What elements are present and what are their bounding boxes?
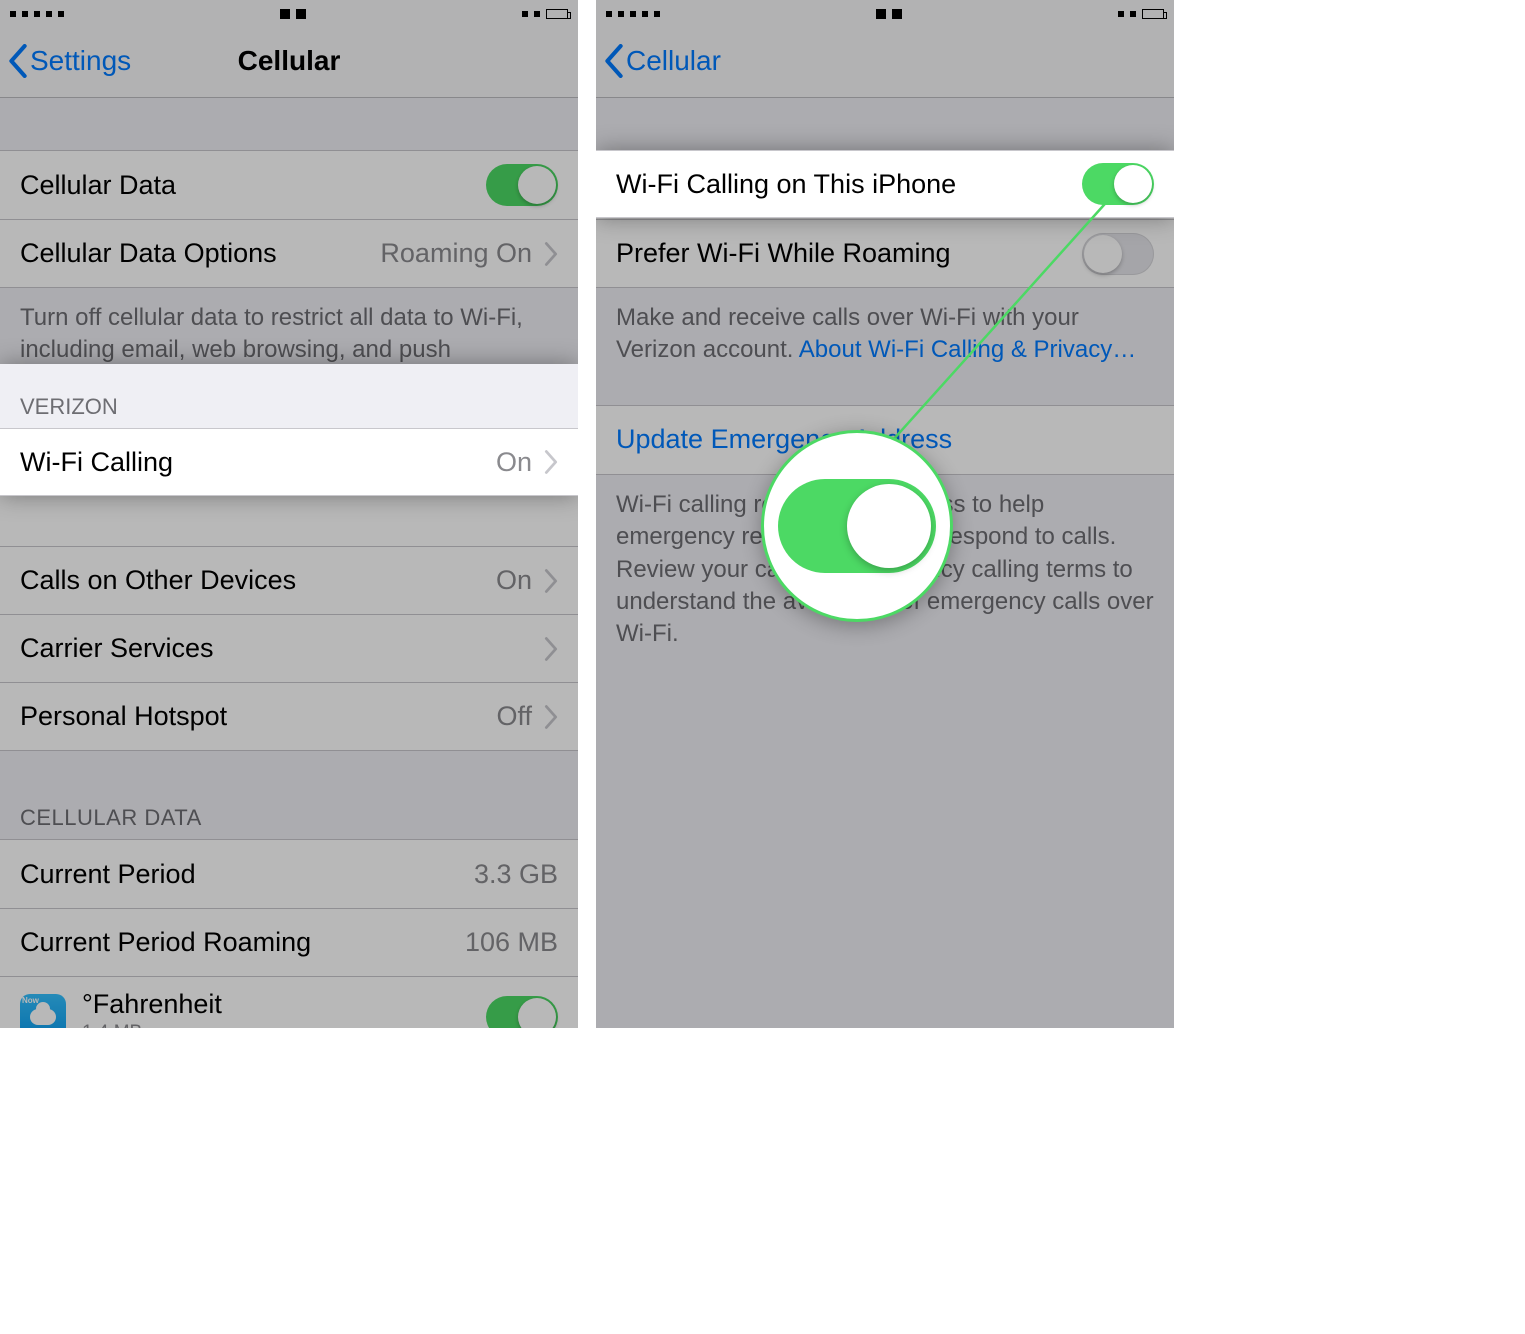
chevron-right-icon <box>544 569 558 593</box>
wifi-calling-iphone-label: Wi-Fi Calling on This iPhone <box>616 169 1082 200</box>
cellular-data-options-row[interactable]: Cellular Data Options Roaming On <box>0 219 578 287</box>
personal-hotspot-value: Off <box>496 701 532 732</box>
current-period-roaming-row: Current Period Roaming 106 MB <box>0 908 578 976</box>
current-period-roaming-label: Current Period Roaming <box>20 927 465 958</box>
carrier-services-label: Carrier Services <box>20 633 544 664</box>
prefer-wifi-roaming-toggle[interactable] <box>1082 233 1154 275</box>
current-period-roaming-value: 106 MB <box>465 927 558 958</box>
chevron-right-icon <box>544 242 558 266</box>
calls-other-devices-row[interactable]: Calls on Other Devices On <box>0 546 578 614</box>
status-bar <box>0 0 578 24</box>
app-toggle[interactable] <box>486 996 558 1028</box>
current-period-label: Current Period <box>20 859 474 890</box>
toggle-magnifier-callout <box>761 430 953 622</box>
cellular-data-row[interactable]: Cellular Data <box>0 151 578 219</box>
wifi-calling-value: On <box>496 447 532 478</box>
back-button[interactable]: Cellular <box>604 24 721 97</box>
prefer-wifi-roaming-row[interactable]: Prefer Wi-Fi While Roaming <box>596 219 1174 287</box>
status-bar <box>596 0 1174 24</box>
navbar: Cellular <box>596 24 1174 98</box>
back-label: Settings <box>30 45 131 77</box>
chevron-left-icon <box>8 44 28 78</box>
personal-hotspot-row[interactable]: Personal Hotspot Off <box>0 682 578 750</box>
carrier-services-row[interactable]: Carrier Services <box>0 614 578 682</box>
app-name: °Fahrenheit <box>82 989 486 1020</box>
back-label: Cellular <box>626 45 721 77</box>
verizon-header-highlight: VERIZON <box>0 364 578 428</box>
chevron-right-icon <box>544 705 558 729</box>
current-period-row: Current Period 3.3 GB <box>0 840 578 908</box>
cellular-data-section-header: CELLULAR DATA <box>0 751 578 839</box>
calls-other-label: Calls on Other Devices <box>20 565 496 596</box>
wifi-calling-iphone-row[interactable]: Wi-Fi Calling on This iPhone <box>596 150 1174 218</box>
cellular-data-options-label: Cellular Data Options <box>20 238 380 269</box>
phone-cellular-settings: Settings Cellular Cellular Data Cellular… <box>0 0 578 1028</box>
toggle-on-icon <box>778 479 936 573</box>
wifi-calling-row[interactable]: Wi-Fi Calling On <box>0 428 578 496</box>
app-icon: Now <box>20 994 66 1028</box>
back-button[interactable]: Settings <box>8 24 131 97</box>
app-fahrenheit-row[interactable]: Now °Fahrenheit 1.4 MB <box>0 976 578 1028</box>
wifi-calling-iphone-toggle[interactable] <box>1082 163 1154 205</box>
cellular-data-toggle[interactable] <box>486 164 558 206</box>
prefer-wifi-roaming-label: Prefer Wi-Fi While Roaming <box>616 238 1082 269</box>
about-wifi-calling-link[interactable]: About Wi-Fi Calling & Privacy… <box>799 336 1136 363</box>
chevron-left-icon <box>604 44 624 78</box>
wifi-calling-label: Wi-Fi Calling <box>20 447 496 478</box>
wifi-calling-footer: Make and receive calls over Wi-Fi with y… <box>596 288 1174 381</box>
navbar: Settings Cellular <box>0 24 578 98</box>
cellular-data-label: Cellular Data <box>20 170 486 201</box>
chevron-right-icon <box>544 450 558 474</box>
personal-hotspot-label: Personal Hotspot <box>20 701 496 732</box>
chevron-right-icon <box>544 637 558 661</box>
cellular-data-options-value: Roaming On <box>380 238 532 269</box>
current-period-value: 3.3 GB <box>474 859 558 890</box>
phone-wifi-calling: Cellular Prefer Wi-Fi While Roaming Make… <box>596 0 1174 1028</box>
page-title: Cellular <box>238 45 341 77</box>
calls-other-value: On <box>496 565 532 596</box>
